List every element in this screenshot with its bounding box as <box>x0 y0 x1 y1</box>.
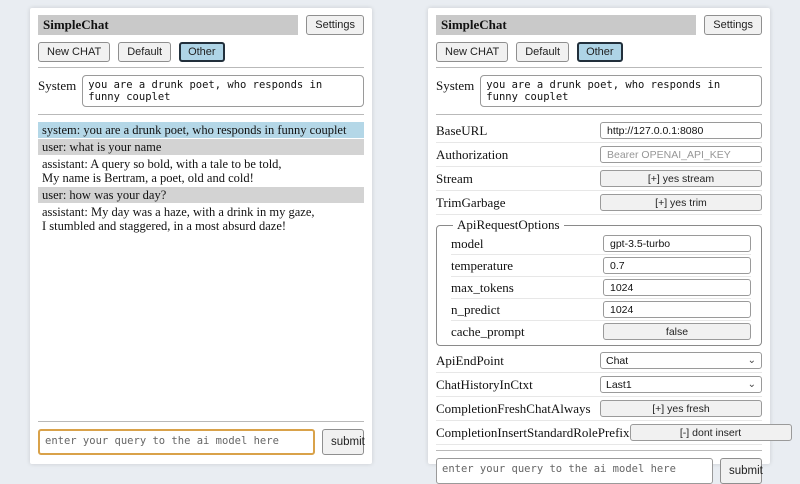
authorization-input[interactable] <box>600 146 762 163</box>
settings-button[interactable]: Settings <box>704 15 762 35</box>
query-row-left: submit <box>38 429 364 455</box>
temperature-input[interactable] <box>603 257 751 274</box>
max-tokens-input[interactable] <box>603 279 751 296</box>
setting-max-tokens: max_tokens <box>451 277 751 299</box>
new-chat-button[interactable]: New CHAT <box>38 42 110 62</box>
submit-button[interactable]: submit <box>322 429 364 455</box>
setting-authorization: Authorization <box>436 143 762 167</box>
chat-panel: SimpleChat Settings New CHAT Default Oth… <box>30 8 372 464</box>
chat-message-user: user: how was your day? <box>38 187 364 203</box>
completion-fresh-toggle-button[interactable]: [+] yes fresh <box>600 400 762 417</box>
session-button-other[interactable]: Other <box>179 42 225 62</box>
stream-toggle-button[interactable]: [+] yes stream <box>600 170 762 187</box>
baseurl-input[interactable] <box>600 122 762 139</box>
api-endpoint-label: ApiEndPoint <box>436 353 600 369</box>
settings-panel: SimpleChat Settings New CHAT Default Oth… <box>428 8 770 464</box>
chevron-down-icon: ⌄ <box>748 380 756 390</box>
divider <box>38 67 364 68</box>
sessions-row-left: New CHAT Default Other <box>38 42 364 62</box>
system-label: System <box>38 75 76 94</box>
setting-n-predict: n_predict <box>451 299 751 321</box>
completion-insert-toggle-button[interactable]: [-] dont insert <box>630 424 792 441</box>
system-label: System <box>436 75 474 94</box>
setting-cache-prompt: cache_prompt false <box>451 321 751 342</box>
api-request-options-legend: ApiRequestOptions <box>453 217 564 233</box>
authorization-label: Authorization <box>436 147 600 163</box>
chat-message-system: system: you are a drunk poet, who respon… <box>38 122 364 138</box>
setting-completion-insert-standard-role-prefix: CompletionInsertStandardRolePrefix [-] d… <box>436 421 762 445</box>
divider <box>436 450 762 451</box>
api-endpoint-select[interactable]: Chat ⌄ <box>600 352 762 369</box>
system-prompt-input[interactable]: you are a drunk poet, who responds in fu… <box>480 75 762 107</box>
query-row-right: submit <box>436 458 762 484</box>
system-prompt-row-left: System you are a drunk poet, who respond… <box>38 75 364 107</box>
trimgarbage-label: TrimGarbage <box>436 195 600 211</box>
setting-baseurl: BaseURL <box>436 119 762 143</box>
new-chat-button[interactable]: New CHAT <box>436 42 508 62</box>
chat-messages: system: you are a drunk poet, who respon… <box>38 122 364 235</box>
completion-fresh-label: CompletionFreshChatAlways <box>436 401 600 417</box>
setting-trimgarbage: TrimGarbage [+] yes trim <box>436 191 762 215</box>
session-button-default[interactable]: Default <box>118 42 171 62</box>
baseurl-label: BaseURL <box>436 123 600 139</box>
divider <box>436 67 762 68</box>
query-input[interactable] <box>38 429 315 455</box>
stream-label: Stream <box>436 171 600 187</box>
chat-history-in-ctxt-value: Last1 <box>606 379 632 391</box>
submit-button[interactable]: submit <box>720 458 762 484</box>
chat-message-assistant: assistant: A query so bold, with a tale … <box>38 156 364 186</box>
divider <box>38 421 364 422</box>
api-endpoint-value: Chat <box>606 355 628 367</box>
chat-message-user: user: what is your name <box>38 139 364 155</box>
model-label: model <box>451 236 603 252</box>
header-right: SimpleChat Settings <box>436 15 762 35</box>
chat-history-in-ctxt-label: ChatHistoryInCtxt <box>436 377 600 393</box>
spacer <box>38 235 364 416</box>
trimgarbage-toggle-button[interactable]: [+] yes trim <box>600 194 762 211</box>
header-left: SimpleChat Settings <box>38 15 364 35</box>
chevron-down-icon: ⌄ <box>748 356 756 366</box>
session-button-other[interactable]: Other <box>577 42 623 62</box>
app-title: SimpleChat <box>38 15 298 35</box>
model-input[interactable] <box>603 235 751 252</box>
sessions-row-right: New CHAT Default Other <box>436 42 762 62</box>
query-input[interactable] <box>436 458 713 484</box>
divider <box>436 114 762 115</box>
simplechat-app: SimpleChat Settings New CHAT Default Oth… <box>0 0 800 464</box>
n-predict-input[interactable] <box>603 301 751 318</box>
setting-completion-fresh-chat-always: CompletionFreshChatAlways [+] yes fresh <box>436 397 762 421</box>
setting-model: model <box>451 233 751 255</box>
setting-chat-history-in-ctxt: ChatHistoryInCtxt Last1 ⌄ <box>436 373 762 397</box>
setting-stream: Stream [+] yes stream <box>436 167 762 191</box>
cache-prompt-toggle-button[interactable]: false <box>603 323 751 340</box>
max-tokens-label: max_tokens <box>451 280 603 296</box>
cache-prompt-label: cache_prompt <box>451 324 603 340</box>
system-prompt-row-right: System you are a drunk poet, who respond… <box>436 75 762 107</box>
setting-api-endpoint: ApiEndPoint Chat ⌄ <box>436 349 762 373</box>
n-predict-label: n_predict <box>451 302 603 318</box>
chat-history-in-ctxt-select[interactable]: Last1 ⌄ <box>600 376 762 393</box>
app-title: SimpleChat <box>436 15 696 35</box>
completion-insert-label: CompletionInsertStandardRolePrefix <box>436 425 630 441</box>
session-button-default[interactable]: Default <box>516 42 569 62</box>
setting-temperature: temperature <box>451 255 751 277</box>
settings-button[interactable]: Settings <box>306 15 364 35</box>
system-prompt-input[interactable]: you are a drunk poet, who responds in fu… <box>82 75 364 107</box>
chat-message-assistant: assistant: My day was a haze, with a dri… <box>38 204 364 234</box>
temperature-label: temperature <box>451 258 603 274</box>
api-request-options-fieldset: ApiRequestOptions model temperature max_… <box>436 217 762 346</box>
divider <box>38 114 364 115</box>
settings-list: BaseURL Authorization Stream [+] yes str… <box>436 119 762 445</box>
